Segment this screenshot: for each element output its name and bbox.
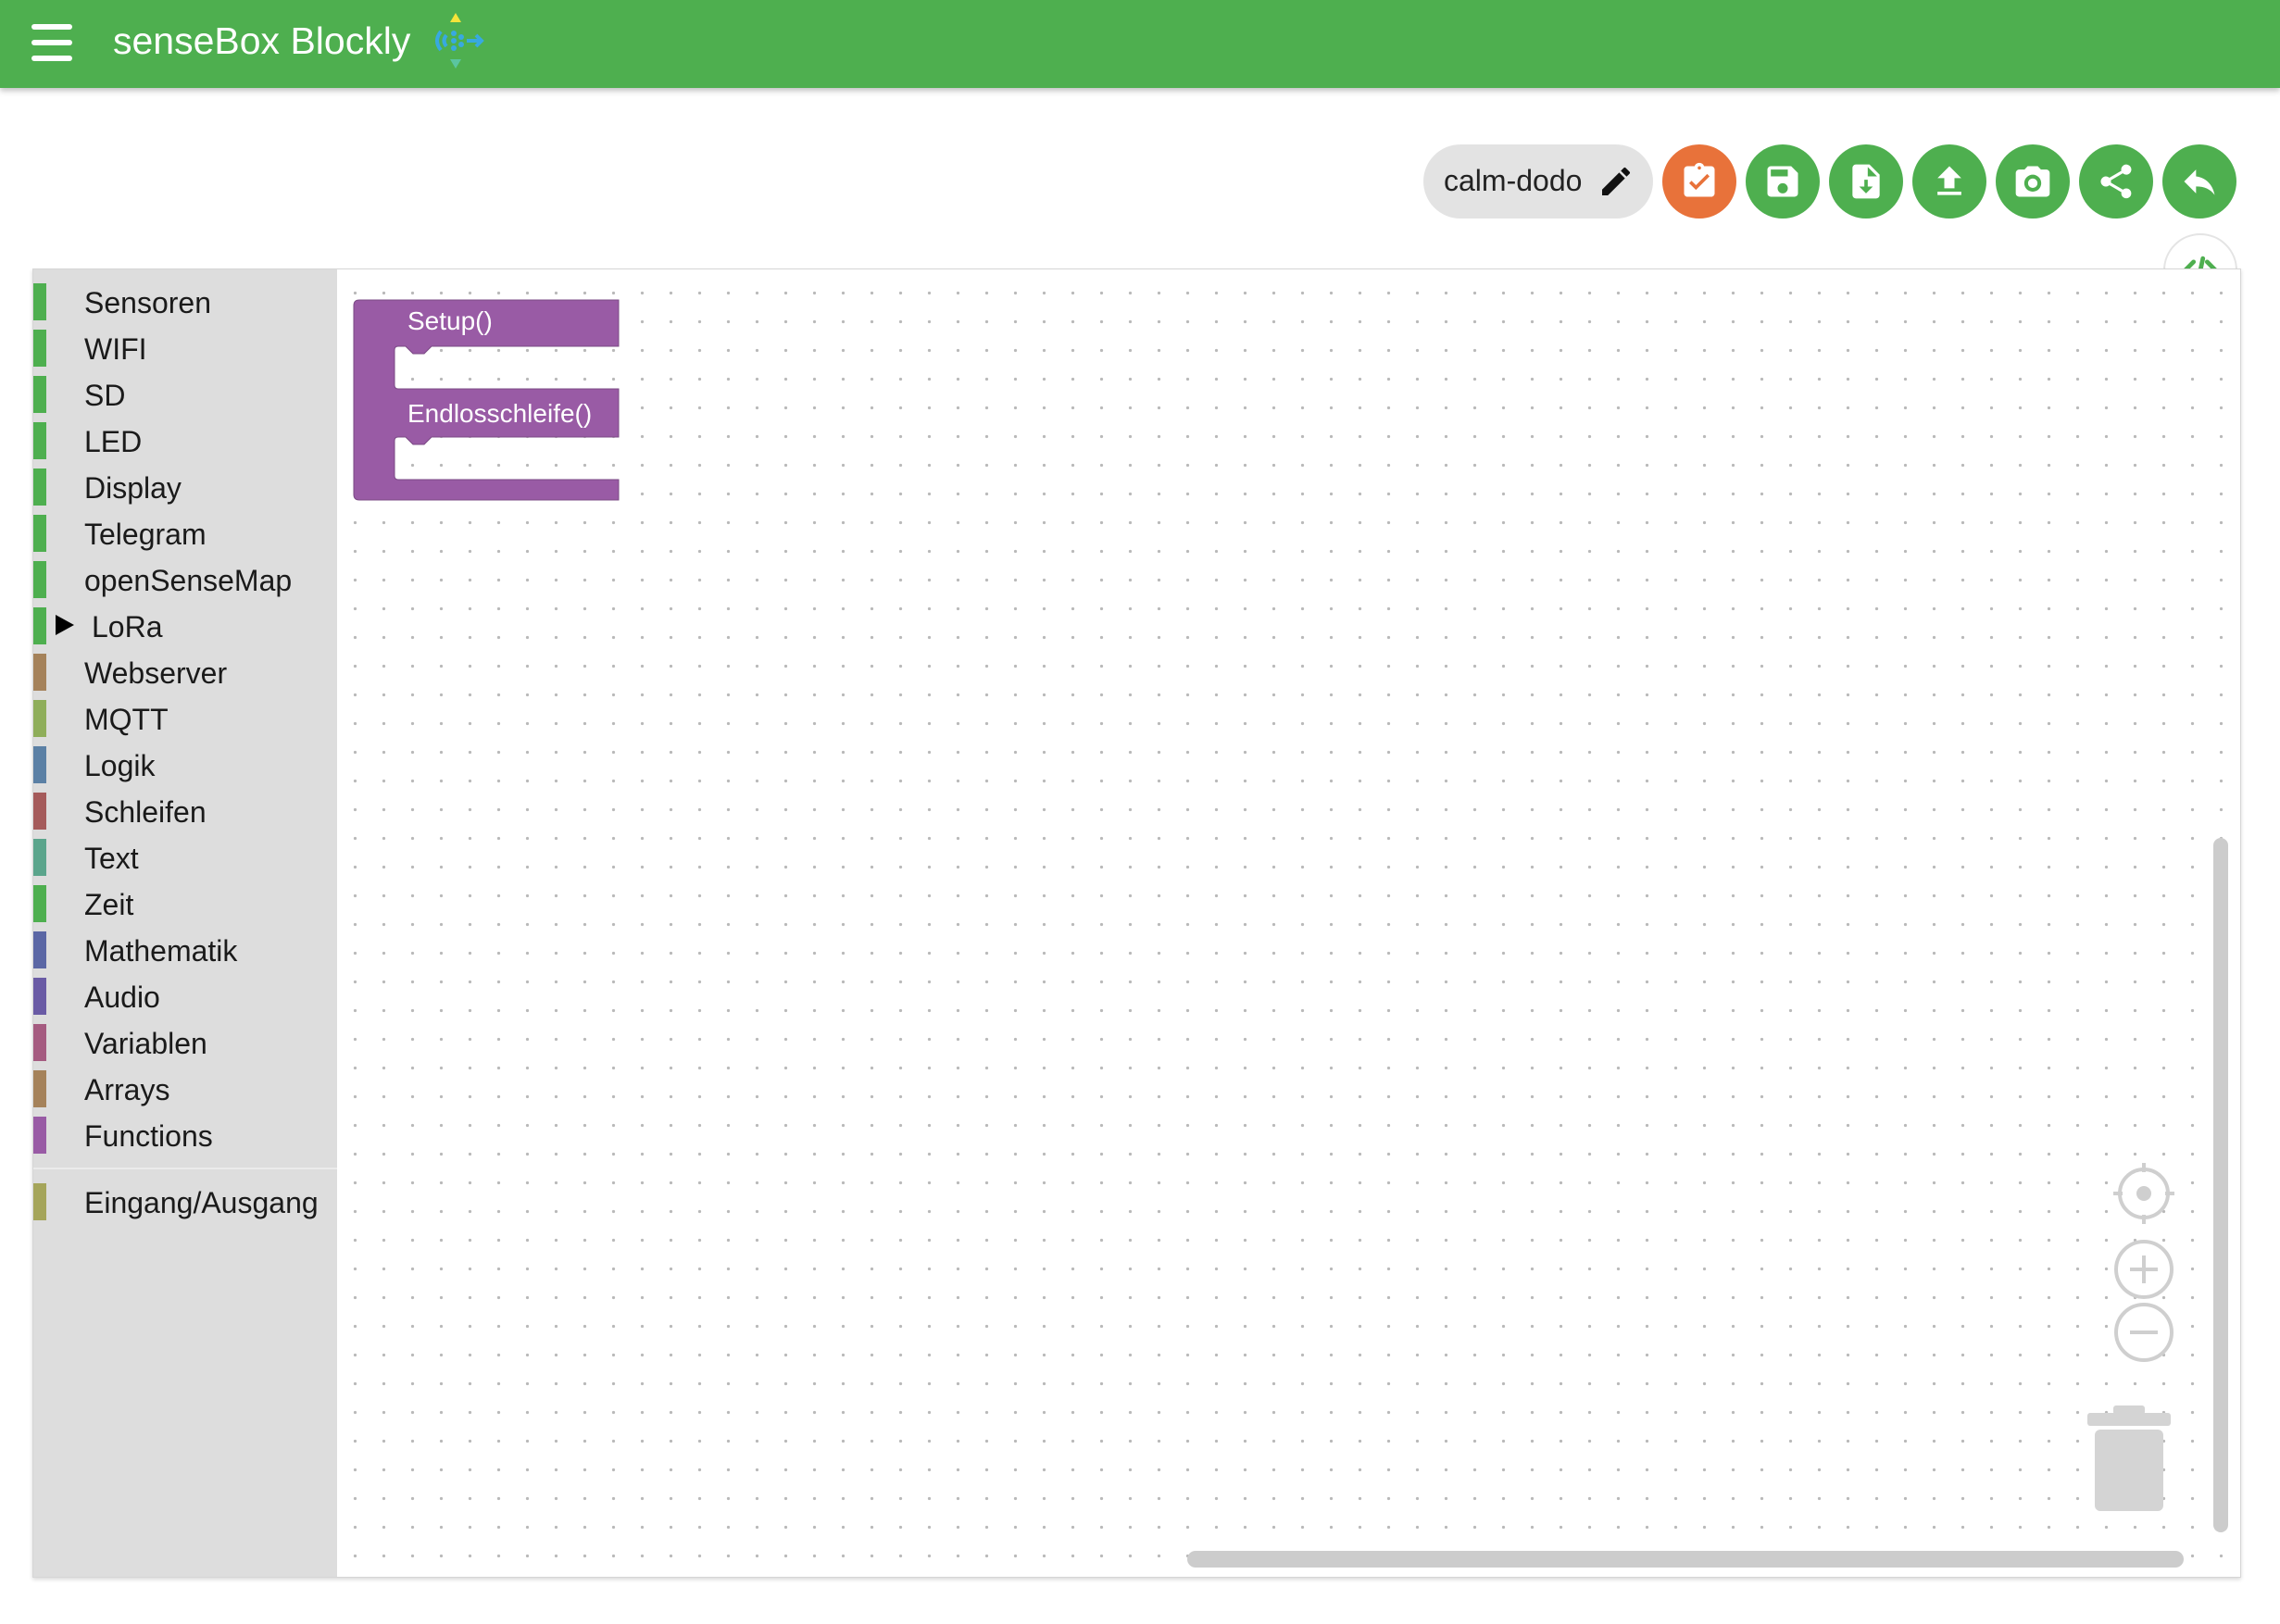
category-label: Sensoren — [84, 286, 211, 319]
pencil-icon[interactable] — [1597, 163, 1635, 200]
category-color-bar — [33, 1183, 46, 1220]
category-mathematik[interactable]: Mathematik — [33, 927, 337, 973]
category-label: Variablen — [84, 1027, 207, 1060]
category-opensensemap[interactable]: openSenseMap — [33, 556, 337, 603]
toolbox-separator — [33, 1168, 337, 1169]
category-color-bar — [33, 283, 46, 320]
category-label: Telegram — [84, 518, 207, 551]
category-text[interactable]: Text — [33, 834, 337, 881]
category-label: Audio — [84, 981, 160, 1014]
category-webserver[interactable]: Webserver — [33, 649, 337, 695]
category-label: Display — [84, 471, 182, 505]
category-color-bar — [33, 931, 46, 968]
category-functions[interactable]: Functions — [33, 1112, 337, 1158]
undo-button[interactable] — [2162, 144, 2236, 219]
category-label: MQTT — [84, 703, 169, 736]
expand-arrow-icon[interactable] — [56, 615, 74, 635]
category-color-bar — [33, 515, 46, 552]
trash-icon[interactable] — [2086, 1405, 2174, 1517]
category-color-bar — [33, 654, 46, 691]
category-label: Text — [84, 842, 139, 875]
category-color-bar — [33, 376, 46, 413]
horizontal-scrollbar[interactable] — [1187, 1551, 2184, 1568]
category-eingang-ausgang[interactable]: Eingang/Ausgang — [33, 1179, 337, 1225]
category-label: LoRa — [92, 610, 163, 643]
category-wifi[interactable]: WIFI — [33, 325, 337, 371]
share-icon — [2100, 164, 2132, 199]
category-label: Functions — [84, 1119, 213, 1153]
sensebox-logo-icon — [435, 13, 484, 69]
share-button[interactable] — [2079, 144, 2153, 219]
category-color-bar — [33, 746, 46, 783]
recenter-icon[interactable] — [2111, 1161, 2176, 1226]
category-lora[interactable]: LoRa — [33, 603, 337, 649]
category-mqtt[interactable]: MQTT — [33, 695, 337, 742]
category-label: Zeit — [84, 888, 134, 921]
compile-button[interactable] — [1662, 144, 1736, 219]
category-sensoren[interactable]: Sensoren — [33, 279, 337, 325]
category-label: Schleifen — [84, 795, 207, 829]
project-name-chip[interactable]: calm-dodo — [1423, 144, 1653, 219]
screenshot-button[interactable] — [1996, 144, 2070, 219]
category-color-bar — [33, 839, 46, 876]
category-label: Arrays — [84, 1073, 170, 1106]
category-color-bar — [33, 468, 46, 506]
category-led[interactable]: LED — [33, 418, 337, 464]
category-color-bar — [33, 1070, 46, 1107]
undo-icon — [2184, 169, 2215, 195]
category-color-bar — [33, 561, 46, 598]
category-color-bar — [33, 607, 46, 644]
category-display[interactable]: Display — [33, 464, 337, 510]
download-button[interactable] — [1829, 144, 1903, 219]
category-zeit[interactable]: Zeit — [33, 881, 337, 927]
category-variablen[interactable]: Variablen — [33, 1019, 337, 1066]
category-color-bar — [33, 422, 46, 459]
category-logik[interactable]: Logik — [33, 742, 337, 788]
category-label: Logik — [84, 749, 156, 782]
category-arrays[interactable]: Arrays — [33, 1066, 337, 1112]
category-schleifen[interactable]: Schleifen — [33, 788, 337, 834]
category-color-bar — [33, 793, 46, 830]
category-label: LED — [84, 425, 143, 458]
category-label: Webserver — [84, 656, 228, 690]
category-telegram[interactable]: Telegram — [33, 510, 337, 556]
app-bar: senseBox Blockly — [0, 0, 2280, 88]
upload-icon — [1937, 166, 1961, 195]
category-color-bar — [33, 978, 46, 1015]
category-label: Eingang/Ausgang — [84, 1186, 319, 1219]
category-color-bar — [33, 1024, 46, 1061]
toolbox: Sensoren WIFI SD LED Display Telegram op… — [33, 269, 337, 1577]
category-color-bar — [33, 700, 46, 737]
save-button[interactable] — [1746, 144, 1820, 219]
menu-icon[interactable] — [31, 24, 72, 61]
camera-icon — [2015, 166, 2050, 197]
setup-block-label: Setup() — [407, 306, 493, 335]
loop-block-label: Endlosschleife() — [407, 399, 593, 428]
category-label: openSenseMap — [84, 564, 293, 597]
category-color-bar — [33, 330, 46, 367]
category-sd[interactable]: SD — [33, 371, 337, 418]
clipboard-check-icon — [1684, 162, 1715, 197]
file-download-icon — [1852, 164, 1880, 199]
save-icon — [1767, 166, 1798, 197]
category-color-bar — [33, 885, 46, 922]
category-label: WIFI — [84, 332, 147, 366]
app-title: senseBox Blockly — [113, 19, 411, 62]
zoom-in-icon[interactable] — [2111, 1237, 2176, 1302]
upload-button[interactable] — [1912, 144, 1986, 219]
vertical-scrollbar[interactable] — [2213, 838, 2228, 1532]
project-name: calm-dodo — [1444, 164, 1583, 197]
category-label: SD — [84, 379, 126, 412]
zoom-out-icon[interactable] — [2111, 1300, 2176, 1365]
category-audio[interactable]: Audio — [33, 973, 337, 1019]
category-color-bar — [33, 1117, 46, 1154]
category-label: Mathematik — [84, 934, 238, 968]
